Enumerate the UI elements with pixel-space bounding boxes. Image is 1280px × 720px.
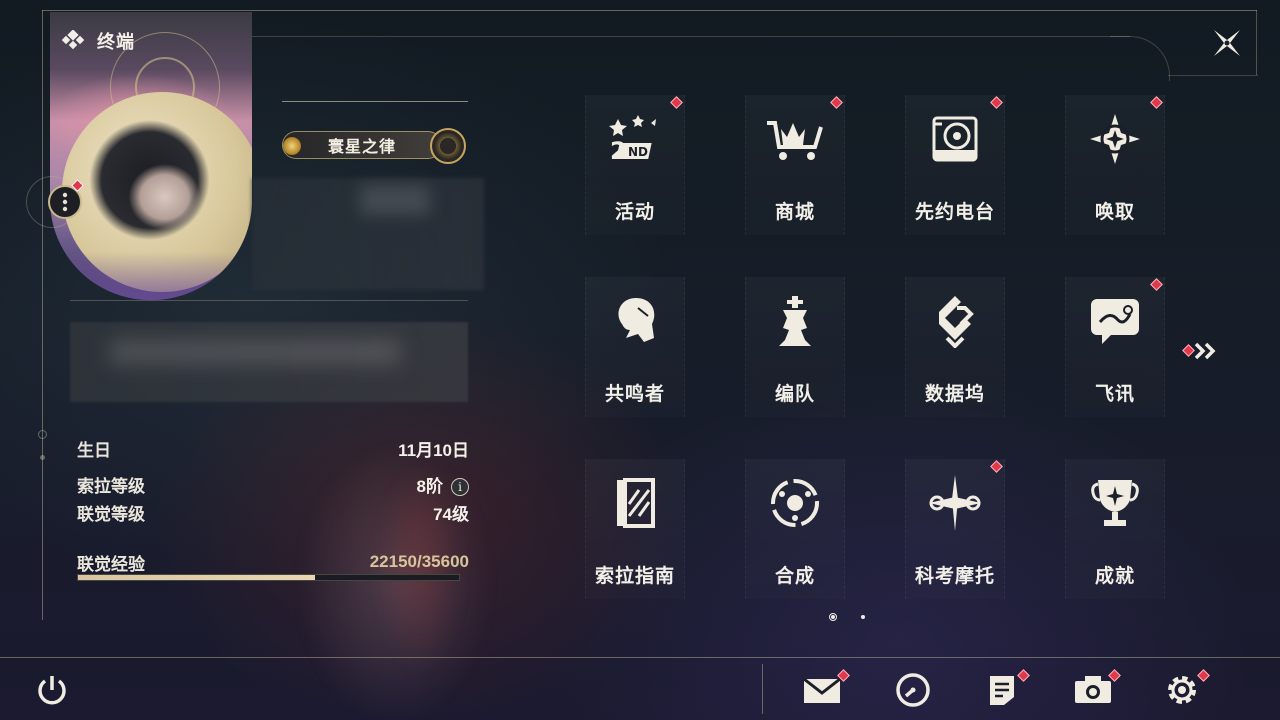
grid-item-convene[interactable]: 唤取	[1065, 95, 1165, 245]
grid-item-motorbike[interactable]: 科考摩托	[905, 459, 1005, 609]
radio-icon	[925, 109, 985, 169]
grid-item-label: 数据坞	[924, 384, 985, 405]
stat-sola-level: 索拉等级 8阶 i	[77, 472, 469, 497]
compass-star-icon	[1085, 109, 1145, 169]
clock-icon	[896, 673, 930, 707]
grid-item-label: 先约电台	[914, 202, 995, 223]
grid-item-label: 共鸣者	[604, 384, 665, 405]
stat-value-group: 8阶 i	[417, 472, 469, 497]
grid-item-resonators[interactable]: 共鸣者	[585, 277, 685, 427]
stat-label: 联觉等级	[77, 504, 145, 524]
camera-icon	[1075, 676, 1111, 703]
camera-button[interactable]	[1073, 669, 1121, 708]
exp-value: 22150/35600	[369, 552, 469, 571]
next-page-button[interactable]	[1180, 340, 1220, 362]
redacted-name-text	[360, 185, 430, 215]
frame-curve	[1110, 36, 1170, 81]
synthesis-icon	[765, 473, 825, 533]
divider	[70, 300, 468, 301]
grid-item-team[interactable]: 编队	[745, 277, 845, 427]
grid-item-label: 商城	[774, 202, 815, 223]
grid-item-label: 成就	[1094, 566, 1135, 587]
bottom-bar-separator	[762, 664, 763, 714]
stat-union-exp: 联觉经验 22150/35600	[77, 550, 469, 574]
grid-item-shop[interactable]: 商城	[745, 95, 845, 245]
svg-text:ND: ND	[628, 145, 648, 159]
stat-label: 生日	[77, 440, 111, 460]
terminal-icon	[62, 30, 84, 50]
title-plate[interactable]: 寰星之律	[282, 131, 442, 159]
shop-cart-icon	[765, 109, 825, 169]
grid-item-label: 编队	[774, 384, 815, 405]
redacted-signature-text	[110, 340, 400, 364]
orbit-gem-icon	[430, 128, 466, 164]
exp-progress-fill	[78, 575, 315, 580]
page-title: 终端	[97, 32, 135, 52]
more-dots-icon	[62, 192, 68, 212]
power-button[interactable]	[32, 672, 72, 708]
grid-item-data-bank[interactable]: 数据坞	[905, 277, 1005, 427]
clock-button[interactable]	[893, 672, 933, 708]
grid-item-label: 合成	[774, 566, 815, 587]
frame-line	[1168, 75, 1258, 76]
motorbike-icon	[925, 473, 985, 533]
frame-line	[250, 36, 1130, 37]
close-icon	[1214, 30, 1240, 56]
grid-item-messages[interactable]: 飞讯	[1065, 277, 1165, 427]
power-icon	[38, 676, 66, 705]
page-dot[interactable]	[861, 615, 865, 619]
grid-item-label: 索拉指南	[594, 566, 675, 587]
frame-ornament	[40, 455, 45, 460]
chess-king-icon	[765, 291, 825, 351]
stat-union-level: 联觉等级 74级	[77, 500, 469, 524]
frame-ornament	[38, 430, 47, 439]
frame-line	[1256, 10, 1257, 75]
exp-progress-bar	[77, 574, 460, 581]
2nd-anniversary-icon: 2 ND	[605, 109, 665, 169]
settings-button[interactable]	[1162, 669, 1210, 708]
page-dot-active-core	[831, 615, 835, 619]
mail-button[interactable]	[802, 669, 850, 708]
frame-line	[42, 10, 1257, 11]
grid-item-activity[interactable]: 2 ND 活动	[585, 95, 685, 245]
double-chevron-right-icon	[1194, 342, 1216, 360]
resonator-head-icon	[605, 291, 665, 351]
stat-birthday: 生日 11月10日	[77, 436, 469, 460]
chat-bubble-icon	[1085, 291, 1145, 351]
grid-item-radio[interactable]: 先约电台	[905, 95, 1005, 245]
title-plate-label: 寰星之律	[327, 139, 396, 156]
stat-value: 74级	[433, 504, 469, 524]
stat-label: 联觉经验	[77, 554, 145, 574]
profile-card[interactable]	[50, 12, 252, 300]
grid-item-label: 唤取	[1094, 202, 1135, 223]
settings-icon	[1168, 676, 1196, 704]
close-button[interactable]	[1205, 23, 1249, 63]
stat-value: 8阶	[416, 476, 443, 496]
notification-badge	[1017, 669, 1030, 682]
grid-item-label: 飞讯	[1094, 384, 1135, 405]
stat-label: 索拉等级	[77, 476, 145, 496]
data-bank-icon	[925, 291, 985, 351]
stat-value: 11月10日	[398, 440, 469, 460]
grid-item-label: 科考摩托	[914, 566, 995, 587]
profile-card-gradient	[50, 252, 252, 300]
grid-item-sola-guide[interactable]: 索拉指南	[585, 459, 685, 609]
grid-item-synthesis[interactable]: 合成	[745, 459, 845, 609]
notification-badge	[1182, 344, 1195, 357]
sun-gem-icon	[283, 137, 301, 155]
trophy-icon	[1085, 473, 1145, 533]
info-icon[interactable]: i	[451, 478, 469, 497]
guide-book-icon	[605, 473, 665, 533]
notice-button[interactable]	[982, 669, 1030, 708]
frame-line	[42, 10, 43, 620]
mail-icon	[803, 677, 841, 703]
grid-item-label: 活动	[614, 202, 655, 223]
grid-item-achievements[interactable]: 成就	[1065, 459, 1165, 609]
divider	[282, 101, 468, 102]
notice-icon	[990, 676, 1014, 705]
bottom-bar-divider	[0, 657, 1280, 658]
